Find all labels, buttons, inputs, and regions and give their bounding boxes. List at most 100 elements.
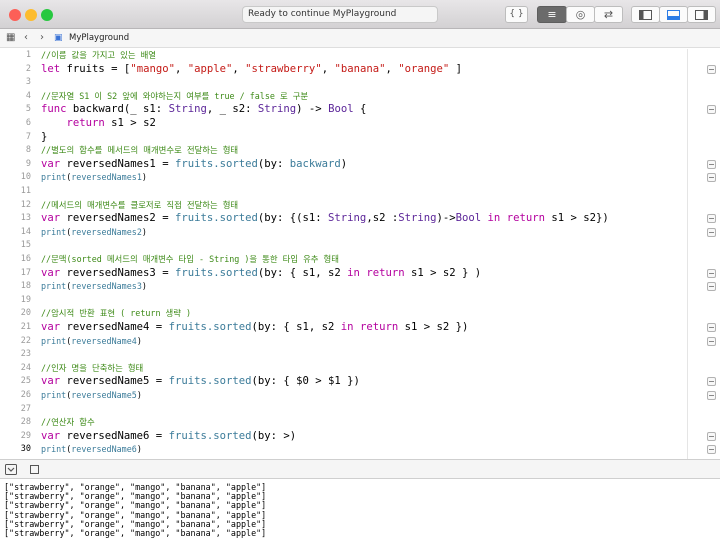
code-token-plain: (by: { s1, s2 [257, 266, 348, 279]
code-token-keyword: in [340, 321, 354, 333]
line-number: 17 [20, 267, 31, 278]
grid-icon[interactable]: ▦ [6, 31, 15, 45]
standard-editor-button[interactable]: ≡ [537, 6, 567, 23]
code-token-api: print [41, 281, 67, 292]
code-line[interactable]: 23 [0, 348, 720, 362]
forward-chevron-icon[interactable]: › [40, 31, 44, 45]
code-line[interactable]: 26 print(reversedName5) [0, 389, 720, 403]
code-line[interactable]: 2 let fruits = ["mango", "apple", "strawb… [0, 63, 720, 77]
close-window-button[interactable] [9, 9, 21, 21]
playground-window: Ready to continue MyPlayground { } ≡ ◎ ⇄… [0, 0, 720, 552]
code-line[interactable]: 11 [0, 185, 720, 199]
code-line[interactable]: 14 print(reversedNames2) [0, 226, 720, 240]
show-result-button[interactable] [707, 336, 716, 346]
line-number: 14 [20, 226, 31, 237]
assistant-editor-button[interactable]: ◎ [566, 6, 595, 23]
show-result-button[interactable] [707, 391, 716, 400]
code-token-string: "banana" [334, 62, 386, 75]
code-token-comment: //인자 명을 단축하는 형태 [41, 362, 144, 373]
code-token-plain: reversedNames3 = [60, 266, 175, 279]
code-token-plain: (by: { s1, s2 [251, 321, 341, 333]
debug-area-toggle-button[interactable] [659, 6, 688, 23]
code-line[interactable]: 6 return s1 > s2 [0, 117, 720, 131]
code-line[interactable]: 10 print(reversedNames1) [0, 171, 720, 185]
code-line[interactable]: 4 //문자열 S1 이 S2 앞에 와야하는지 여부를 true / false… [0, 90, 720, 104]
code-line[interactable]: 21 var reversedName4 = fruits.sorted(by: … [0, 321, 720, 335]
code-line[interactable]: 18 print(reversedNames3) [0, 280, 720, 294]
code-token-comment: //암시적 반환 표현 ( return 생략 ) [41, 308, 192, 319]
show-result-button[interactable] [707, 105, 716, 115]
code-token-plain: { [353, 103, 367, 116]
show-result-button[interactable] [707, 323, 716, 332]
inspector-panel-icon [695, 10, 708, 20]
zoom-window-button[interactable] [41, 9, 53, 21]
code-line[interactable]: 12 //메서드의 매개변수를 클로저로 직접 전달하는 형태 [0, 199, 720, 213]
code-line[interactable]: 30 print(reversedName6) [0, 443, 720, 457]
code-line[interactable]: 5 func backward(_ s1: String, _ s2: Strin… [0, 103, 720, 117]
line-number: 20 [20, 308, 31, 319]
code-line[interactable]: 9 var reversedNames1 = fruits.sorted(by: … [0, 158, 720, 172]
code-token-plain: ) [141, 226, 147, 237]
code-token-plain: s1 > s2 } ) [404, 266, 482, 279]
code-line[interactable]: 1 //이름 값을 가지고 있는 배열 [0, 49, 720, 63]
show-result-button[interactable] [707, 64, 716, 74]
code-line[interactable]: 15 [0, 239, 720, 253]
code-line[interactable]: 24 //인자 명을 단축하는 형태 [0, 362, 720, 376]
show-result-button[interactable] [707, 268, 716, 278]
code-line[interactable]: 28 //연산자 함수 [0, 416, 720, 430]
code-token-api: reversedNames3 [71, 281, 142, 292]
code-editor[interactable]: 1 //이름 값을 가지고 있는 배열 2 let fruits = ["mango"… [0, 49, 720, 459]
navigator-panel-icon [639, 10, 652, 20]
playground-file-name[interactable]: MyPlayground [69, 31, 129, 45]
code-line[interactable]: 20 //암시적 반환 표현 ( return 생략 ) [0, 307, 720, 321]
hide-debug-area-icon[interactable] [5, 464, 17, 475]
show-result-button[interactable] [707, 282, 716, 292]
code-line[interactable]: 17 var reversedNames3 = fruits.sorted(by:… [0, 267, 720, 281]
minimize-window-button[interactable] [25, 9, 37, 21]
version-editor-button[interactable]: ⇄ [594, 6, 623, 23]
show-result-button[interactable] [707, 431, 716, 441]
back-chevron-icon[interactable]: ‹ [24, 31, 28, 45]
show-result-button[interactable] [707, 377, 716, 387]
code-line[interactable]: 29 var reversedName6 = fruits.sorted(by: … [0, 430, 720, 444]
code-line[interactable]: 8 //별도의 함수를 메서드의 매개변수로 전달하는 형태 [0, 144, 720, 158]
code-text: //문자열 S1 이 S2 앞에 와야하는지 여부를 true / false … [41, 90, 308, 104]
code-line[interactable]: 27 [0, 403, 720, 417]
line-number: 13 [20, 213, 31, 224]
show-result-button[interactable] [707, 214, 716, 224]
code-line[interactable]: 16 //문맥(sorted 메서드의 매개변수 타입 - String )을 통… [0, 253, 720, 267]
jump-bar: ▦ ‹ › ▣ MyPlayground [0, 29, 720, 48]
line-number: 1 [25, 50, 31, 60]
console-line: ["strawberry", "orange", "mango", "banan… [4, 528, 267, 538]
code-token-api: reversedName6 [71, 444, 137, 455]
show-result-button[interactable] [707, 227, 716, 237]
line-number: 27 [20, 403, 31, 414]
show-result-button[interactable] [707, 173, 716, 183]
braces-button[interactable]: { } [505, 6, 528, 23]
code-token-string: "orange" [398, 62, 450, 75]
code-line[interactable]: 3 [0, 76, 720, 90]
navigator-toggle-button[interactable] [631, 6, 660, 23]
run-stop-icon[interactable] [30, 465, 40, 475]
code-token-api: fruits.sorted [168, 429, 252, 442]
playground-file-icon: ▣ [54, 33, 63, 43]
code-token-plain: , [232, 62, 246, 75]
code-line[interactable]: 19 [0, 294, 720, 308]
show-result-button[interactable] [707, 445, 716, 455]
line-number: 5 [25, 104, 31, 115]
code-token-api: print [41, 444, 67, 455]
code-line[interactable]: 7} [0, 131, 720, 145]
code-text: //이름 값을 가지고 있는 배열 [41, 49, 156, 63]
code-token-api: reversedName5 [71, 390, 137, 400]
line-number: 30 [20, 444, 31, 455]
code-token-plain: ,s2 : [366, 212, 399, 225]
code-token-keyword: var [41, 429, 61, 442]
show-result-button[interactable] [707, 159, 716, 169]
code-token-api: print [41, 335, 67, 346]
code-line[interactable]: 13 var reversedNames2 = fruits.sorted(by:… [0, 212, 720, 226]
code-line[interactable]: 25 var reversedName5 = fruits.sorted(by: … [0, 375, 720, 389]
code-token-type: String [257, 103, 297, 116]
inspector-toggle-button[interactable] [687, 6, 716, 23]
code-token-type: String [398, 212, 437, 225]
code-line[interactable]: 22 print(reversedName4) [0, 335, 720, 349]
